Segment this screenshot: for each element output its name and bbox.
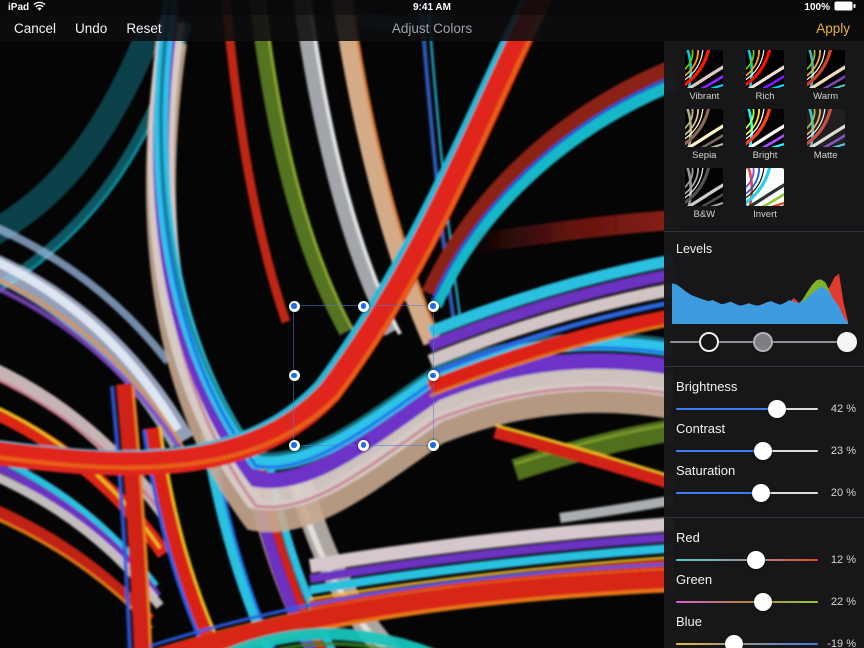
toolbar: Cancel Undo Reset Adjust Colors Apply — [0, 15, 864, 41]
slider-label-brightness: Brightness — [676, 379, 864, 394]
selection-handle[interactable] — [428, 440, 439, 451]
reset-button[interactable]: Reset — [126, 21, 161, 36]
slider-handle-brightness[interactable] — [768, 400, 786, 418]
slider-value-contrast: 23 % — [818, 445, 864, 457]
levels-handle-highlights[interactable] — [837, 332, 857, 352]
preset-label: Rich — [755, 91, 774, 102]
adjust-colors-panel: Vibrant Rich Warm Sepia Bright Matte B&W Invert… — [664, 41, 864, 648]
selection-handle[interactable] — [289, 440, 300, 451]
preset-thumbnail-bright-icon — [746, 109, 784, 147]
apply-button[interactable]: Apply — [816, 21, 850, 36]
slider-row-green: Green 22 % — [664, 572, 864, 611]
slider-handle-red[interactable] — [747, 551, 765, 569]
preset-grid: Vibrant Rich Warm Sepia Bright Matte B&W Invert — [664, 50, 864, 220]
slider-value-saturation: 20 % — [818, 487, 864, 499]
slider-label-contrast: Contrast — [676, 421, 864, 436]
slider-row-contrast: Contrast 23 % — [664, 421, 864, 460]
levels-histogram — [672, 272, 848, 324]
preset-invert[interactable]: Invert — [735, 168, 796, 220]
preset-vibrant[interactable]: Vibrant — [674, 50, 735, 102]
slider-handle-green[interactable] — [754, 593, 772, 611]
preset-thumbnail-matte-icon — [807, 109, 845, 147]
levels-slider[interactable] — [670, 329, 856, 355]
clock: 9:41 AM — [0, 2, 864, 13]
levels-heading: Levels — [676, 242, 852, 256]
preset-sepia[interactable]: Sepia — [674, 109, 735, 161]
adjust-group-rgb: Red 12 % Green 22 % Blue -19 % — [664, 518, 864, 648]
status-bar: iPad 9:41 AM 100% — [0, 0, 864, 15]
slider-label-green: Green — [676, 572, 864, 587]
separator — [664, 231, 864, 232]
adjust-group-basic: Brightness 42 % Contrast 23 % Saturation 20 % — [664, 367, 864, 506]
slider-track-blue[interactable] — [676, 643, 818, 645]
battery-icon — [834, 1, 856, 14]
cancel-button[interactable]: Cancel — [14, 21, 56, 36]
preset-label: Warm — [813, 91, 838, 102]
slider-track-contrast[interactable] — [676, 450, 818, 452]
slider-value-brightness: 42 % — [818, 403, 864, 415]
slider-handle-blue[interactable] — [725, 635, 743, 648]
slider-label-blue: Blue — [676, 614, 864, 629]
preset-thumbnail-rich-icon — [746, 50, 784, 88]
slider-value-red: 12 % — [818, 554, 864, 566]
preset-label: Bright — [753, 150, 778, 161]
slider-handle-saturation[interactable] — [752, 484, 770, 502]
preset-label: Matte — [814, 150, 838, 161]
carrier-label: iPad — [8, 2, 29, 13]
preset-label: Invert — [753, 209, 777, 220]
preset-label: B&W — [694, 209, 716, 220]
preset-thumbnail-b-w-icon — [685, 168, 723, 206]
selection-handle[interactable] — [289, 301, 300, 312]
wifi-icon — [33, 1, 46, 14]
preset-label: Vibrant — [689, 91, 719, 102]
levels-handle-shadows[interactable] — [699, 332, 719, 352]
levels-handle-midtones[interactable] — [753, 332, 773, 352]
slider-label-saturation: Saturation — [676, 463, 864, 478]
selection-box[interactable] — [293, 305, 434, 446]
selection-handle[interactable] — [428, 370, 439, 381]
slider-track-saturation[interactable] — [676, 492, 818, 494]
undo-button[interactable]: Undo — [75, 21, 107, 36]
battery-percent: 100% — [804, 2, 830, 13]
selection-handle[interactable] — [358, 301, 369, 312]
preset-warm[interactable]: Warm — [795, 50, 856, 102]
slider-row-blue: Blue -19 % — [664, 614, 864, 648]
slider-label-red: Red — [676, 530, 864, 545]
slider-value-green: 22 % — [818, 596, 864, 608]
slider-handle-contrast[interactable] — [754, 442, 772, 460]
slider-row-saturation: Saturation 20 % — [664, 463, 864, 502]
slider-row-red: Red 12 % — [664, 530, 864, 569]
preset-thumbnail-invert-icon — [746, 168, 784, 206]
page-title: Adjust Colors — [180, 21, 684, 36]
preset-label: Sepia — [692, 150, 716, 161]
selection-handle[interactable] — [289, 370, 300, 381]
slider-row-brightness: Brightness 42 % — [664, 379, 864, 418]
slider-track-green[interactable] — [676, 601, 818, 603]
selection-handle[interactable] — [428, 301, 439, 312]
preset-thumbnail-sepia-icon — [685, 109, 723, 147]
preset-rich[interactable]: Rich — [735, 50, 796, 102]
app-screen: iPad 9:41 AM 100% Cancel Undo Rese — [0, 0, 864, 648]
selection-handle[interactable] — [358, 440, 369, 451]
preset-matte[interactable]: Matte — [795, 109, 856, 161]
preset-thumbnail-warm-icon — [807, 50, 845, 88]
preset-b-w[interactable]: B&W — [674, 168, 735, 220]
slider-value-blue: -19 % — [818, 638, 864, 648]
preset-thumbnail-vibrant-icon — [685, 50, 723, 88]
slider-track-brightness[interactable] — [676, 408, 818, 410]
preset-bright[interactable]: Bright — [735, 109, 796, 161]
